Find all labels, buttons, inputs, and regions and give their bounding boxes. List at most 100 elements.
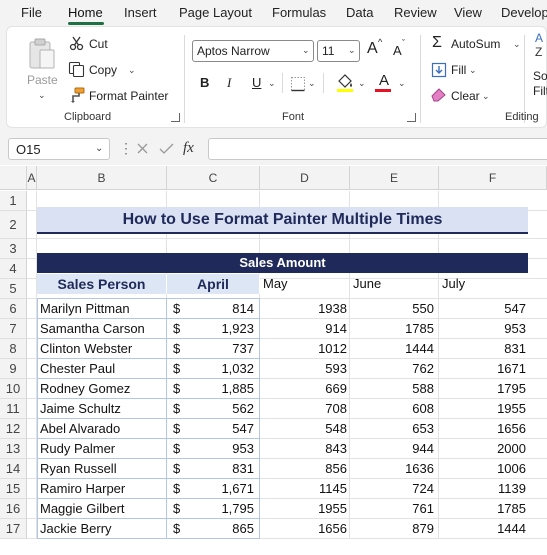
april-header[interactable]: April [167,274,260,294]
font-color-button[interactable]: A [379,72,389,89]
currency-symbol-cell[interactable]: $ [173,339,187,359]
row-header-16[interactable]: 16 [0,499,27,519]
paste-button[interactable]: Paste ⌄ [21,35,65,101]
april-cell[interactable]: 1,885 [190,379,254,399]
july-cell[interactable]: 953 [441,319,526,339]
currency-symbol-cell[interactable]: $ [173,519,187,539]
name-box[interactable]: O15 ⌄ [8,138,110,160]
sales-person-cell[interactable]: Rudy Palmer [40,439,165,459]
column-header-f[interactable]: F [439,166,547,190]
chevron-down-icon[interactable]: ⌄ [95,143,103,154]
sheet-title[interactable]: How to Use Format Painter Multiple Times [37,207,528,234]
may-cell[interactable]: 669 [262,379,347,399]
currency-symbol-cell[interactable]: $ [173,499,187,519]
june-cell[interactable]: 762 [352,359,434,379]
worksheet-grid[interactable]: A B C D E F 1 2 3 4 5 6 7 8 9 10 11 12 13 14 15 16 17 Ho… [0,166,547,555]
format-painter-button[interactable]: Format Painter [89,89,168,103]
sales-person-cell[interactable]: Rodney Gomez [40,379,165,399]
may-cell[interactable]: 1145 [262,479,347,499]
april-cell[interactable]: 1,795 [190,499,254,519]
autosum-button[interactable]: AutoSum [451,37,500,51]
july-cell[interactable]: 1139 [441,479,526,499]
clipboard-launcher-icon[interactable] [171,113,180,122]
row-header-7[interactable]: 7 [0,319,27,339]
may-cell[interactable]: 914 [262,319,347,339]
july-cell[interactable]: 1006 [441,459,526,479]
copy-dropdown-icon[interactable]: ⌄ [128,65,136,76]
may-cell[interactable]: 843 [262,439,347,459]
fill-color-dropdown-icon[interactable]: ⌄ [358,78,366,89]
row-header-4[interactable]: 4 [0,259,27,279]
sales-person-cell[interactable]: Marilyn Pittman [40,299,165,319]
column-header-c[interactable]: C [167,166,260,190]
enter-icon[interactable] [159,142,174,155]
menu-home[interactable]: Home [68,5,103,20]
currency-symbol-cell[interactable]: $ [173,299,187,319]
june-header[interactable]: June [353,274,381,294]
clear-button[interactable]: Clear [451,89,480,103]
currency-symbol-cell[interactable]: $ [173,439,187,459]
bold-button[interactable]: B [200,75,209,90]
font-size-select[interactable]: 11 ⌄ [317,40,360,62]
july-cell[interactable]: 2000 [441,439,526,459]
insert-function-button[interactable]: fx [183,140,194,157]
june-cell[interactable]: 944 [352,439,434,459]
row-header-5[interactable]: 5 [0,279,27,299]
currency-symbol-cell[interactable]: $ [173,459,187,479]
june-cell[interactable]: 1636 [352,459,434,479]
april-cell[interactable]: 562 [190,399,254,419]
font-color-dropdown-icon[interactable]: ⌄ [398,78,406,89]
row-header-8[interactable]: 8 [0,339,27,359]
june-cell[interactable]: 1785 [352,319,434,339]
july-cell[interactable]: 547 [441,299,526,319]
fill-color-icon[interactable] [336,73,354,93]
sales-person-cell[interactable]: Jaime Schultz [40,399,165,419]
july-cell[interactable]: 1656 [441,419,526,439]
row-header-6[interactable]: 6 [0,299,27,319]
sales-person-cell[interactable]: Samantha Carson [40,319,165,339]
menu-data[interactable]: Data [346,5,373,20]
april-cell[interactable]: 547 [190,419,254,439]
june-cell[interactable]: 1444 [352,339,434,359]
june-cell[interactable]: 761 [352,499,434,519]
july-cell[interactable]: 1795 [441,379,526,399]
april-cell[interactable]: 953 [190,439,254,459]
sales-person-cell[interactable]: Jackie Berry [40,519,165,539]
sales-person-cell[interactable]: Abel Alvarado [40,419,165,439]
menu-file[interactable]: File [21,5,42,20]
menu-view[interactable]: View [454,5,482,20]
row-header-14[interactable]: 14 [0,459,27,479]
column-header-b[interactable]: B [37,166,167,190]
currency-symbol-cell[interactable]: $ [173,379,187,399]
menu-developer[interactable]: Develop [501,5,547,20]
may-cell[interactable]: 856 [262,459,347,479]
currency-symbol-cell[interactable]: $ [173,399,187,419]
april-cell[interactable]: 1,923 [190,319,254,339]
row-header-13[interactable]: 13 [0,439,27,459]
june-cell[interactable]: 724 [352,479,434,499]
may-cell[interactable]: 1938 [262,299,347,319]
clear-dropdown-icon[interactable]: ⌄ [482,91,490,102]
autosum-dropdown-icon[interactable]: ⌄ [513,39,521,50]
currency-symbol-cell[interactable]: $ [173,319,187,339]
july-cell[interactable]: 1671 [441,359,526,379]
underline-button[interactable]: U [252,75,261,90]
april-cell[interactable]: 865 [190,519,254,539]
menu-review[interactable]: Review [394,5,437,20]
row-header-15[interactable]: 15 [0,479,27,499]
june-cell[interactable]: 879 [352,519,434,539]
column-header-a[interactable]: A [27,166,37,190]
font-name-select[interactable]: Aptos Narrow ⌄ [192,40,314,62]
july-cell[interactable]: 1444 [441,519,526,539]
select-all-corner[interactable] [0,166,27,190]
sales-person-cell[interactable]: Ramiro Harper [40,479,165,499]
menu-formulas[interactable]: Formulas [272,5,326,20]
fill-dropdown-icon[interactable]: ⌄ [469,65,477,76]
borders-dropdown-icon[interactable]: ⌄ [308,78,316,89]
may-cell[interactable]: 1012 [262,339,347,359]
may-cell[interactable]: 593 [262,359,347,379]
april-cell[interactable]: 737 [190,339,254,359]
underline-dropdown-icon[interactable]: ⌄ [268,78,276,89]
july-cell[interactable]: 1785 [441,499,526,519]
july-cell[interactable]: 1955 [441,399,526,419]
